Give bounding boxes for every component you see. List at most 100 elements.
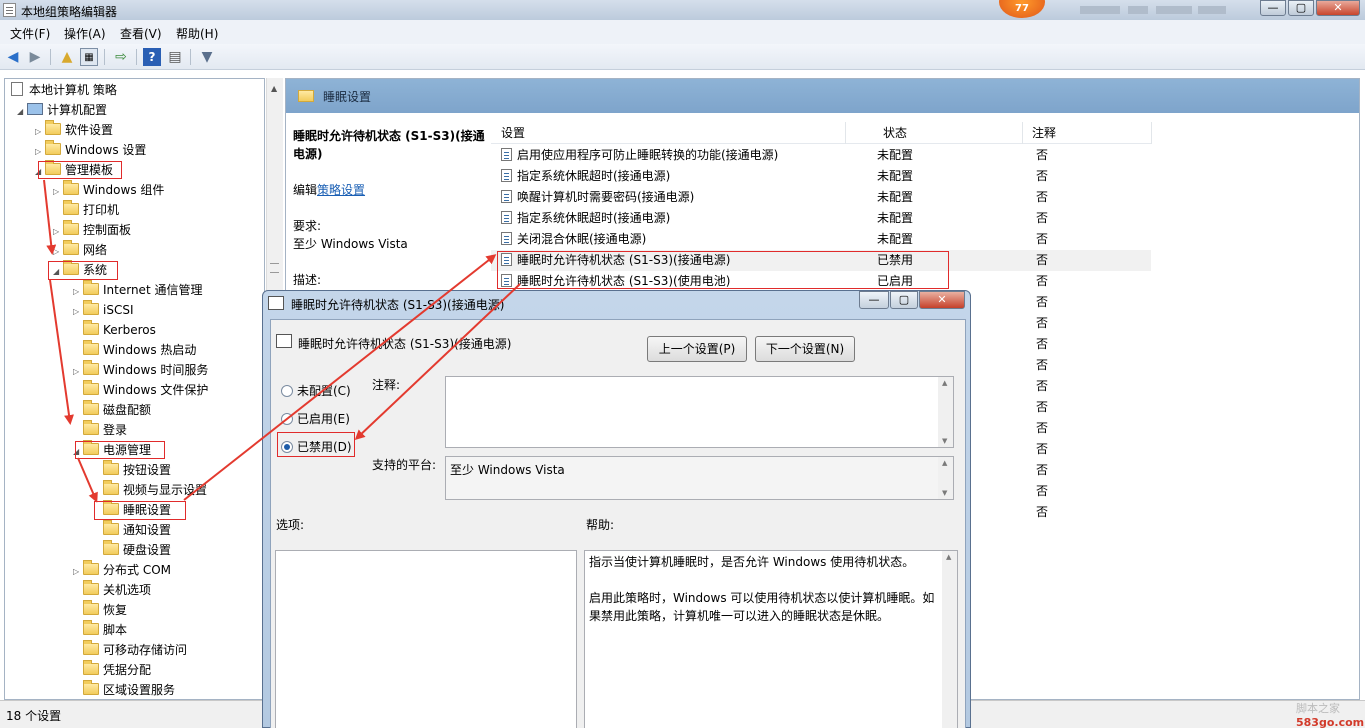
tree-item-locale-services[interactable]: 区域设置服务: [73, 680, 175, 699]
expand-arrow-icon[interactable]: ▷: [73, 283, 83, 301]
tree-item-network[interactable]: ▷ 网络: [53, 240, 108, 261]
tree-item-disk-quota[interactable]: 磁盘配额: [73, 400, 151, 419]
dialog-minimize-button[interactable]: —: [859, 291, 889, 309]
toolbar: ◀ ▶ ▲ ▦ ⇨ ? ▤ ▼: [0, 44, 1365, 70]
notification-badge[interactable]: 77: [999, 0, 1045, 18]
window-title: 本地组策略编辑器: [21, 5, 118, 19]
tree-item-hard-disk-settings[interactable]: 硬盘设置: [93, 540, 171, 559]
expand-arrow-icon[interactable]: ▷: [35, 143, 45, 161]
tree-item-button-settings[interactable]: 按钮设置: [93, 460, 171, 479]
expand-arrow-icon[interactable]: ▷: [53, 183, 63, 201]
scroll-up-icon[interactable]: ▲: [271, 84, 277, 93]
maximize-button[interactable]: ▢: [1288, 0, 1314, 16]
scroll-grip[interactable]: [270, 263, 279, 273]
expand-arrow-icon[interactable]: ▷: [53, 243, 63, 261]
policy-tree[interactable]: 本地计算机 策略 ◢ 计算机配置 ▷ 软件设置 ▷ Windows 设置 ◢ 管理模板 …: [4, 78, 265, 700]
list-item[interactable]: 启用使应用程序可防止睡眠转换的功能(接通电源) 未配置 否: [491, 145, 1151, 166]
forward-icon[interactable]: ▶: [26, 48, 44, 66]
menu-file[interactable]: 文件(F): [10, 25, 50, 42]
dialog-maximize-button[interactable]: ▢: [890, 291, 918, 309]
filter-icon[interactable]: ▼: [198, 48, 216, 66]
back-icon[interactable]: ◀: [4, 48, 22, 66]
blurred-titlebar-area: [1128, 6, 1148, 14]
menu-action[interactable]: 操作(A): [64, 25, 106, 42]
list-item[interactable]: 关闭混合休眠(接通电源) 未配置 否: [491, 229, 1151, 250]
tree-item-recovery[interactable]: 恢复: [73, 600, 127, 619]
tree-item-windows-settings[interactable]: ▷ Windows 设置: [35, 140, 146, 161]
edit-policy-link[interactable]: 策略设置: [317, 183, 365, 197]
tree-label: Windows 热启动: [103, 343, 197, 357]
comment-label: 注释:: [372, 378, 401, 392]
tree-item-removable-storage[interactable]: 可移动存储访问: [73, 640, 187, 659]
expand-arrow-icon[interactable]: ▷: [73, 563, 83, 581]
scroll-down-icon[interactable]: ▼: [942, 489, 947, 497]
help-icon[interactable]: ?: [143, 48, 161, 66]
expand-arrow-icon[interactable]: ▷: [53, 223, 63, 241]
tree-item-time-service[interactable]: ▷ Windows 时间服务: [73, 360, 209, 381]
tree-item-control-panel[interactable]: ▷ 控制面板: [53, 220, 132, 241]
tree-item-internet-comm[interactable]: ▷ Internet 通信管理: [73, 280, 202, 301]
column-header-state[interactable]: 状态: [883, 122, 1023, 144]
tree-item-computer-config[interactable]: ◢ 计算机配置: [17, 101, 107, 119]
folder-icon: [63, 200, 79, 215]
list-item[interactable]: 指定系统休眠超时(接通电源) 未配置 否: [491, 166, 1151, 187]
tree-item-hot-start[interactable]: Windows 热启动: [73, 340, 197, 359]
folder-icon: [83, 380, 99, 395]
comment-textarea[interactable]: ▲ ▼: [445, 376, 954, 448]
tree-item-shutdown-options[interactable]: 关机选项: [73, 580, 151, 599]
options-panel: [275, 550, 577, 728]
tree-item-logon[interactable]: 登录: [73, 420, 127, 439]
tree-item-software-settings[interactable]: ▷ 软件设置: [35, 120, 113, 141]
scroll-up-icon[interactable]: ▲: [942, 459, 947, 467]
tree-item-iscsi[interactable]: ▷ iSCSI: [73, 300, 134, 321]
radio-enabled[interactable]: 已启用(E): [281, 410, 350, 427]
tree-label: Windows 时间服务: [103, 363, 209, 377]
tree-item-distributed-com[interactable]: ▷ 分布式 COM: [73, 560, 171, 581]
expand-arrow-icon[interactable]: ▷: [35, 123, 45, 141]
folder-icon: [83, 280, 99, 295]
tree-label: 通知设置: [123, 523, 172, 537]
column-header-note[interactable]: 注释: [1032, 122, 1152, 144]
scroll-up-icon[interactable]: ▲: [946, 553, 951, 561]
dialog-close-button[interactable]: ✕: [919, 291, 965, 309]
tree-item-notification-settings[interactable]: 通知设置: [93, 520, 172, 539]
tree-item-scripts[interactable]: 脚本: [73, 620, 127, 639]
tree-item-credential-delegation[interactable]: 凭据分配: [73, 660, 151, 679]
dialog-heading: 睡眠时允许待机状态 (S1-S3)(接通电源): [298, 337, 512, 351]
help-scrollbar[interactable]: ▲: [942, 551, 957, 728]
tree-item-printers[interactable]: 打印机: [53, 200, 119, 219]
tree-item-video-display[interactable]: 视频与显示设置: [93, 480, 208, 499]
column-header-setting[interactable]: 设置: [501, 122, 846, 144]
tree-item-file-protection[interactable]: Windows 文件保护: [73, 380, 208, 399]
properties-icon[interactable]: ▤: [166, 48, 184, 66]
list-item[interactable]: 指定系统休眠超时(接通电源) 未配置 否: [491, 208, 1151, 229]
radio-circle[interactable]: [281, 413, 293, 425]
prev-setting-button[interactable]: 上一个设置(P): [647, 336, 747, 362]
scroll-up-icon[interactable]: ▲: [942, 379, 947, 387]
scroll-down-icon[interactable]: ▼: [942, 437, 947, 445]
tree-label: 视频与显示设置: [123, 483, 208, 497]
tree-item-windows-components[interactable]: ▷ Windows 组件: [53, 180, 164, 201]
radio-circle[interactable]: [281, 385, 293, 397]
up-folder-icon[interactable]: ▲: [58, 48, 76, 66]
menu-view[interactable]: 查看(V): [120, 25, 162, 42]
tree-item-local-policy[interactable]: 本地计算机 策略: [11, 81, 117, 99]
next-setting-button[interactable]: 下一个设置(N): [755, 336, 855, 362]
annotation-highlight: [497, 251, 949, 289]
expand-arrow-icon[interactable]: ▷: [73, 303, 83, 321]
close-button[interactable]: ✕: [1316, 0, 1360, 16]
export-list-icon[interactable]: ⇨: [112, 48, 130, 66]
tree-label: 网络: [83, 243, 108, 257]
minimize-button[interactable]: —: [1260, 0, 1286, 16]
tree-label: 计算机配置: [47, 103, 108, 117]
list-item[interactable]: 唤醒计算机时需要密码(接通电源) 未配置 否: [491, 187, 1151, 208]
tree-item-kerberos[interactable]: Kerberos: [73, 320, 156, 339]
expand-arrow-icon[interactable]: ▷: [73, 363, 83, 381]
radio-not-configured[interactable]: 未配置(C): [281, 382, 351, 399]
comment-scrollbar[interactable]: ▲ ▼: [938, 377, 953, 447]
collapse-arrow-icon[interactable]: ◢: [17, 103, 27, 121]
menu-help[interactable]: 帮助(H): [176, 25, 218, 42]
tree-label: 控制面板: [83, 223, 132, 237]
platform-scrollbar[interactable]: ▲ ▼: [938, 457, 953, 499]
show-hide-tree-icon[interactable]: ▦: [80, 48, 98, 66]
